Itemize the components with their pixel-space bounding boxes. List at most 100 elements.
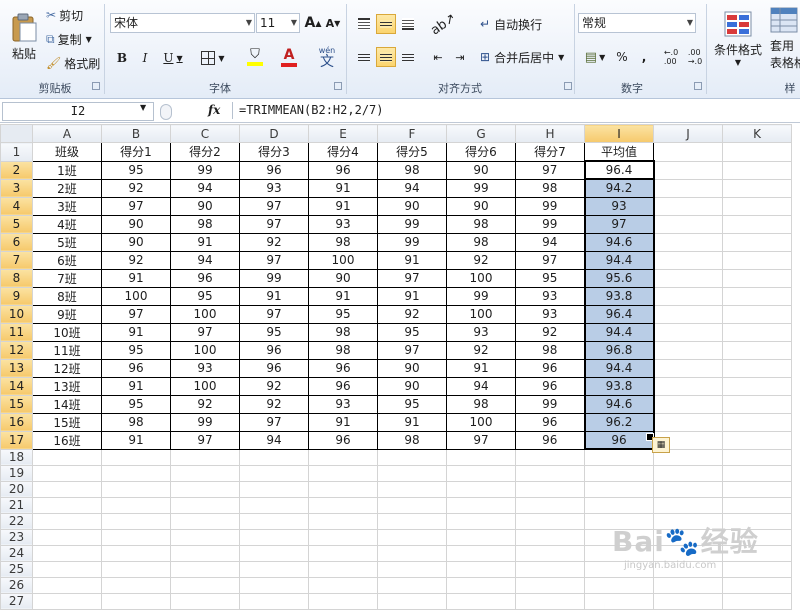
column-header[interactable]: G xyxy=(446,124,516,143)
cell[interactable]: 96 xyxy=(515,376,585,396)
align-right-button[interactable] xyxy=(398,47,418,67)
cell[interactable] xyxy=(239,528,309,546)
cell[interactable]: 97 xyxy=(101,196,171,216)
cell[interactable]: 97 xyxy=(446,430,516,450)
row-header[interactable]: 14 xyxy=(0,376,33,396)
cell[interactable] xyxy=(446,560,516,578)
align-bottom-button[interactable] xyxy=(398,14,418,34)
class-name-cell[interactable]: 1班 xyxy=(32,160,102,180)
cell[interactable]: 96 xyxy=(308,430,378,450)
cell[interactable] xyxy=(101,512,171,530)
merge-center-button[interactable]: ⊞ 合并后居中 ▼ xyxy=(480,47,564,67)
class-name-cell[interactable]: 6班 xyxy=(32,250,102,270)
cell[interactable] xyxy=(722,304,792,324)
cell[interactable] xyxy=(170,592,240,610)
class-name-cell[interactable]: 3班 xyxy=(32,196,102,216)
cell[interactable]: 92 xyxy=(101,250,171,270)
cell[interactable]: 92 xyxy=(446,340,516,360)
cell[interactable]: 94 xyxy=(170,250,240,270)
cell[interactable] xyxy=(653,214,723,234)
cell[interactable] xyxy=(722,496,792,514)
insert-function-icon[interactable]: fx xyxy=(208,103,220,117)
cell[interactable]: 93 xyxy=(515,286,585,306)
cell[interactable]: 96 xyxy=(239,160,309,180)
cell[interactable] xyxy=(515,496,585,514)
header-cell[interactable]: 得分5 xyxy=(377,142,447,162)
row-header[interactable]: 2 xyxy=(0,160,33,180)
cell[interactable] xyxy=(101,544,171,562)
cell[interactable] xyxy=(32,464,102,482)
cell[interactable] xyxy=(239,560,309,578)
alignment-launcher-icon[interactable] xyxy=(564,82,572,90)
cell[interactable] xyxy=(515,592,585,610)
cell[interactable] xyxy=(722,196,792,216)
cell[interactable]: 92 xyxy=(377,304,447,324)
row-header[interactable]: 19 xyxy=(0,464,33,482)
cell[interactable] xyxy=(170,448,240,466)
average-cell[interactable]: 96.4 xyxy=(583,304,655,324)
cell[interactable]: 90 xyxy=(170,196,240,216)
cell[interactable] xyxy=(653,480,723,498)
font-size-select[interactable]: 11 ▼ xyxy=(256,13,300,33)
cell[interactable] xyxy=(722,358,792,378)
cell[interactable] xyxy=(101,496,171,514)
cell[interactable] xyxy=(584,592,654,610)
header-cell[interactable]: 平均值 xyxy=(584,142,654,162)
cell[interactable] xyxy=(722,480,792,498)
cell[interactable]: 92 xyxy=(101,178,171,198)
cell[interactable] xyxy=(377,464,447,482)
cell[interactable] xyxy=(377,448,447,466)
cell[interactable]: 91 xyxy=(101,322,171,342)
clipboard-launcher-icon[interactable] xyxy=(92,82,100,90)
cell[interactable] xyxy=(722,512,792,530)
cell[interactable] xyxy=(101,528,171,546)
cell[interactable]: 99 xyxy=(239,268,309,288)
phonetic-button[interactable]: wén 文 xyxy=(312,46,342,69)
cell[interactable]: 96 xyxy=(515,358,585,378)
cell[interactable]: 95 xyxy=(239,322,309,342)
cell[interactable]: 99 xyxy=(170,160,240,180)
row-header[interactable]: 13 xyxy=(0,358,33,378)
cell[interactable] xyxy=(446,496,516,514)
cell[interactable]: 96 xyxy=(239,340,309,360)
cell[interactable] xyxy=(308,512,378,530)
cell[interactable] xyxy=(584,464,654,482)
cell[interactable] xyxy=(446,480,516,498)
cell[interactable] xyxy=(101,576,171,594)
row-header[interactable]: 3 xyxy=(0,178,33,198)
cell[interactable] xyxy=(32,560,102,578)
cell[interactable] xyxy=(308,528,378,546)
cell[interactable] xyxy=(584,496,654,514)
cell[interactable]: 95 xyxy=(377,322,447,342)
cell[interactable]: 91 xyxy=(308,412,378,432)
cell[interactable] xyxy=(170,528,240,546)
average-cell[interactable]: 94.4 xyxy=(583,358,655,378)
cell[interactable]: 98 xyxy=(515,340,585,360)
average-cell[interactable]: 93 xyxy=(583,196,655,216)
column-header[interactable]: E xyxy=(308,124,378,143)
cell[interactable] xyxy=(722,560,792,578)
cell[interactable]: 90 xyxy=(101,232,171,252)
cell[interactable]: 90 xyxy=(308,268,378,288)
cell[interactable]: 91 xyxy=(101,430,171,450)
cell[interactable] xyxy=(32,448,102,466)
font-name-select[interactable]: 宋体 ▼ xyxy=(110,13,255,33)
cell[interactable] xyxy=(653,394,723,414)
cell[interactable] xyxy=(722,286,792,306)
cell[interactable] xyxy=(653,496,723,514)
cell[interactable] xyxy=(653,268,723,288)
cell[interactable] xyxy=(722,214,792,234)
class-name-cell[interactable]: 4班 xyxy=(32,214,102,234)
class-name-cell[interactable]: 14班 xyxy=(32,394,102,414)
class-name-cell[interactable]: 5班 xyxy=(32,232,102,252)
cell[interactable]: 94 xyxy=(239,430,309,450)
cell[interactable]: 100 xyxy=(170,340,240,360)
underline-button[interactable]: U ▼ xyxy=(158,48,188,68)
average-cell[interactable]: 96.8 xyxy=(583,340,655,360)
number-launcher-icon[interactable] xyxy=(694,82,702,90)
cell[interactable] xyxy=(446,512,516,530)
cell[interactable] xyxy=(722,268,792,288)
decrease-indent-button[interactable]: ⇤ xyxy=(428,47,448,67)
cell[interactable] xyxy=(170,544,240,562)
cell[interactable]: 91 xyxy=(377,250,447,270)
